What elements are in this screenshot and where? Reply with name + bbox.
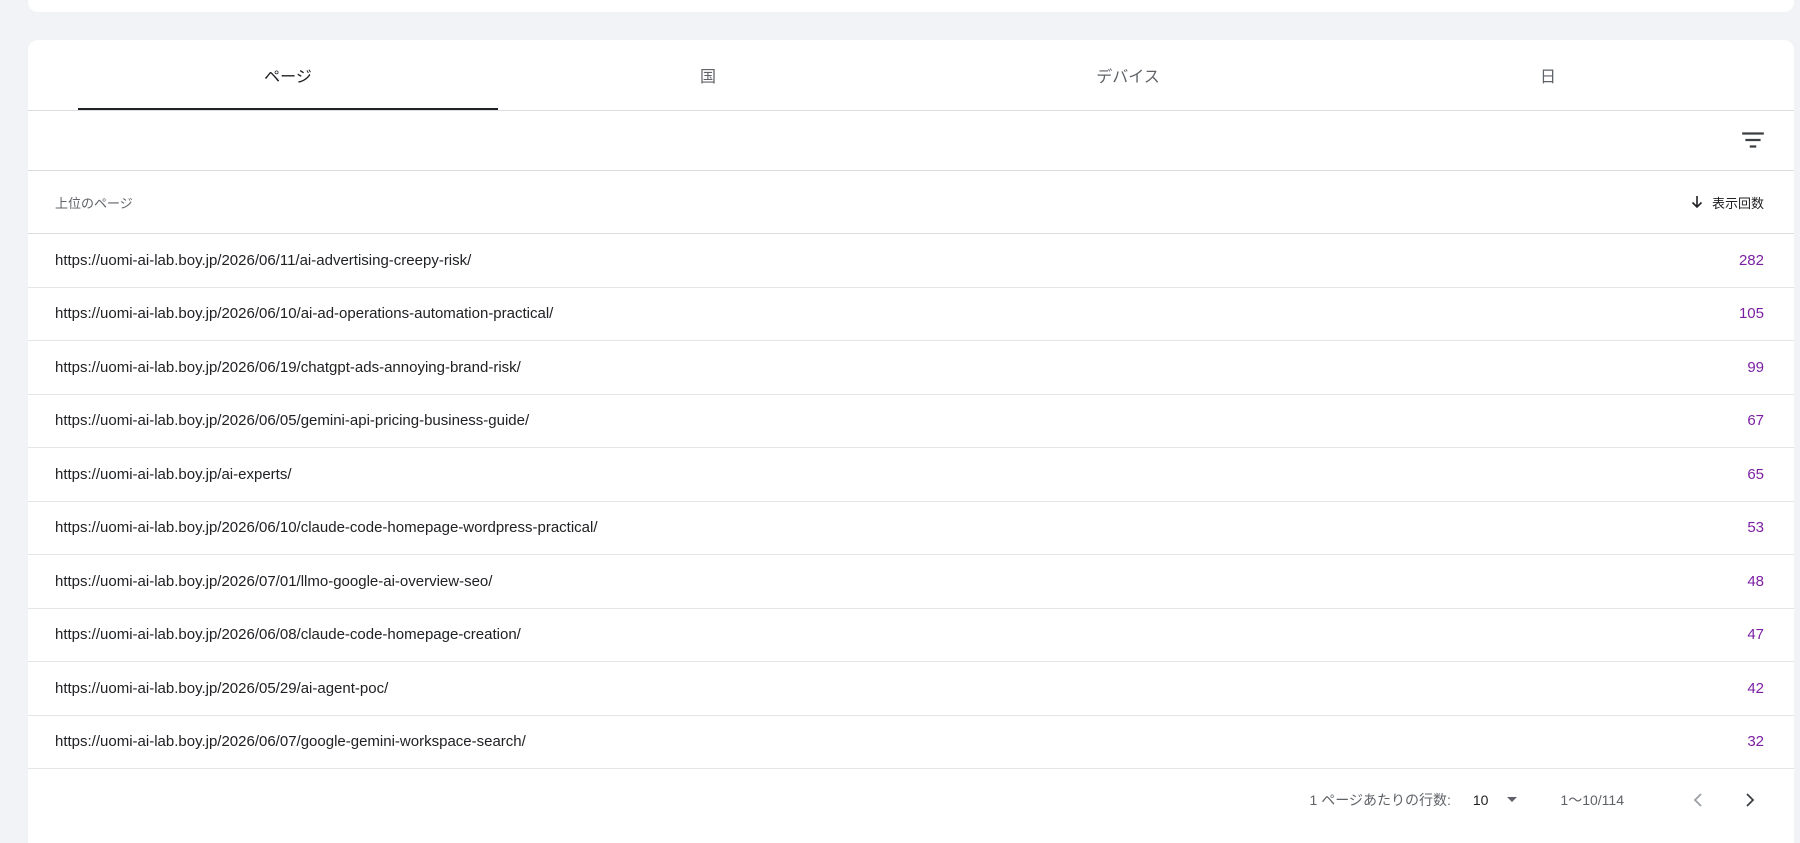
table-row[interactable]: https://uomi-ai-lab.boy.jp/2026/06/10/cl…: [28, 502, 1794, 555]
table-row[interactable]: https://uomi-ai-lab.boy.jp/2026/06/05/ge…: [28, 395, 1794, 448]
impressions-value: 53: [1747, 519, 1764, 537]
report-card: ページ 国 デバイス 日 上位のページ 表示回数 https://uomi-ai…: [28, 40, 1794, 843]
rows-per-page-value: 10: [1472, 792, 1489, 808]
tab-devices[interactable]: デバイス: [918, 40, 1338, 110]
table-row[interactable]: https://uomi-ai-lab.boy.jp/2026/06/07/go…: [28, 716, 1794, 769]
arrow-down-icon: [1691, 196, 1703, 209]
impressions-value: 67: [1747, 412, 1764, 430]
dimension-tabs: ページ 国 デバイス 日: [28, 40, 1794, 111]
table-header: 上位のページ 表示回数: [28, 171, 1794, 234]
tab-label: ページ: [264, 69, 312, 86]
impressions-value: 99: [1747, 358, 1764, 376]
page-url[interactable]: https://uomi-ai-lab.boy.jp/2026/06/19/ch…: [55, 359, 521, 376]
impressions-value: 47: [1747, 626, 1764, 644]
next-page-button[interactable]: [1730, 780, 1770, 820]
caret-down-icon: [1507, 797, 1518, 802]
page-range: 1〜10/114: [1560, 792, 1624, 808]
page-url[interactable]: https://uomi-ai-lab.boy.jp/2026/07/01/ll…: [55, 573, 492, 590]
previous-page-button[interactable]: [1678, 780, 1718, 820]
previous-card: [28, 0, 1794, 12]
impressions-value: 42: [1747, 679, 1764, 697]
page-url[interactable]: https://uomi-ai-lab.boy.jp/2026/06/11/ai…: [55, 252, 471, 269]
page-url[interactable]: https://uomi-ai-lab.boy.jp/2026/06/10/ai…: [55, 305, 553, 322]
tab-countries[interactable]: 国: [498, 40, 918, 110]
tab-label: 日: [1539, 69, 1556, 86]
impressions-value: 282: [1738, 251, 1764, 269]
tab-label: 国: [699, 69, 716, 86]
column-header-page: 上位のページ: [55, 195, 133, 211]
filter-icon[interactable]: [1740, 127, 1766, 153]
table-row[interactable]: https://uomi-ai-lab.boy.jp/2026/07/01/ll…: [28, 555, 1794, 609]
tab-label: デバイス: [1096, 69, 1160, 86]
rows-per-page-label: 1 ページあたりの行数:: [1309, 792, 1451, 808]
page-url[interactable]: https://uomi-ai-lab.boy.jp/ai-experts/: [55, 466, 292, 483]
page-url[interactable]: https://uomi-ai-lab.boy.jp/2026/05/29/ai…: [55, 680, 388, 697]
impressions-value: 105: [1738, 305, 1764, 323]
table-row[interactable]: https://uomi-ai-lab.boy.jp/2026/06/08/cl…: [28, 609, 1794, 662]
filter-bar: [28, 111, 1794, 171]
table-row[interactable]: https://uomi-ai-lab.boy.jp/2026/06/19/ch…: [28, 341, 1794, 395]
column-header-impressions[interactable]: 表示回数: [1690, 193, 1764, 212]
pagination: 1 ページあたりの行数: 10 1〜10/114: [28, 769, 1794, 831]
rows-per-page-select[interactable]: 10: [1473, 792, 1519, 808]
table-row[interactable]: https://uomi-ai-lab.boy.jp/2026/06/11/ai…: [28, 234, 1794, 288]
page-url[interactable]: https://uomi-ai-lab.boy.jp/2026/06/07/go…: [55, 733, 526, 750]
table-row[interactable]: https://uomi-ai-lab.boy.jp/2026/05/29/ai…: [28, 662, 1794, 716]
impressions-value: 48: [1747, 572, 1764, 590]
table-row[interactable]: https://uomi-ai-lab.boy.jp/ai-experts/ 6…: [28, 448, 1794, 502]
tab-dates[interactable]: 日: [1338, 40, 1758, 110]
column-header-label: 表示回数: [1711, 195, 1764, 211]
page-url[interactable]: https://uomi-ai-lab.boy.jp/2026/06/08/cl…: [55, 626, 521, 643]
chevron-left-icon: [1693, 793, 1702, 807]
page-url[interactable]: https://uomi-ai-lab.boy.jp/2026/06/05/ge…: [55, 412, 529, 429]
impressions-value: 32: [1747, 733, 1764, 751]
chevron-right-icon: [1746, 793, 1755, 807]
impressions-value: 65: [1747, 465, 1764, 483]
table-row[interactable]: https://uomi-ai-lab.boy.jp/2026/06/10/ai…: [28, 288, 1794, 341]
page-url[interactable]: https://uomi-ai-lab.boy.jp/2026/06/10/cl…: [55, 519, 598, 536]
tab-pages[interactable]: ページ: [78, 40, 498, 110]
